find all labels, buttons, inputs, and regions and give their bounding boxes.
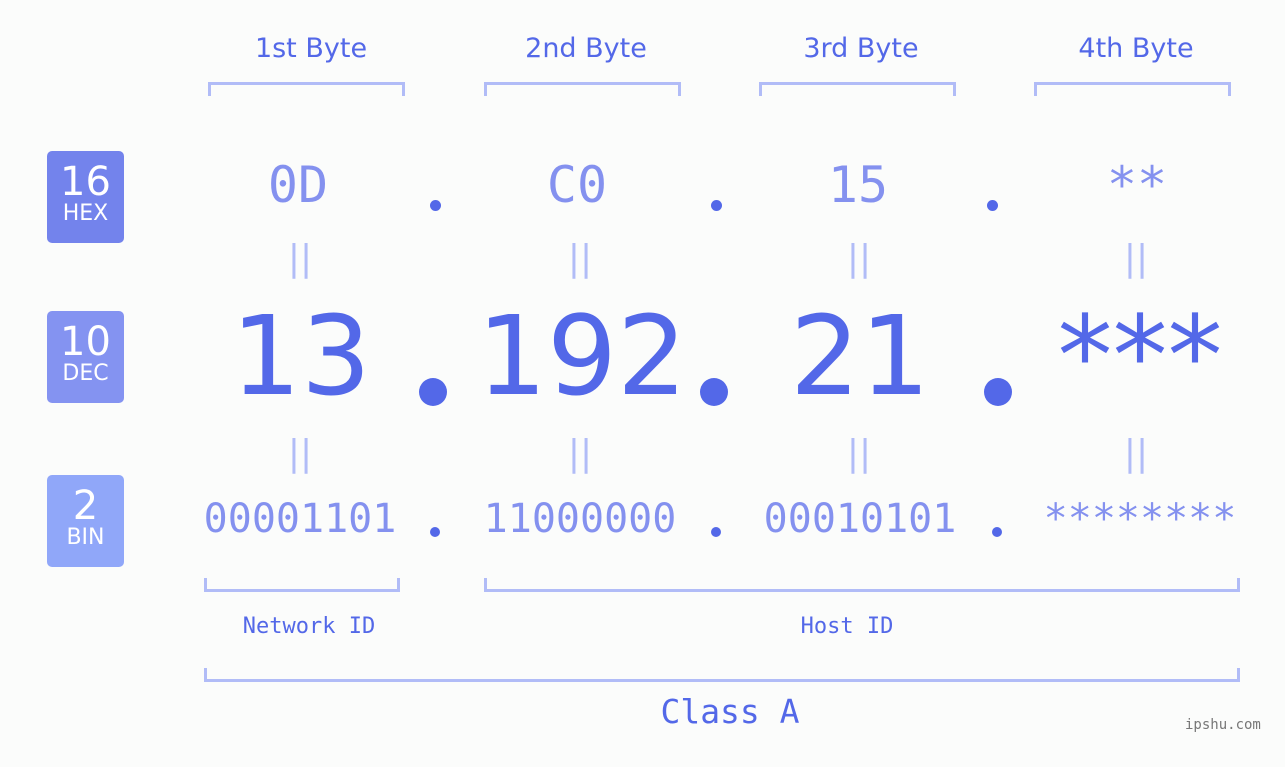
host-id-bracket [484,578,1240,592]
dec-value-2: 192 [477,292,687,420]
hex-separator-dot [711,200,722,211]
byte-header-2: 2nd Byte [525,33,647,64]
hex-value-2: C0 [546,156,608,214]
dec-badge-number: 10 [60,319,111,365]
watermark: ipshu.com [1185,717,1261,733]
bin-badge-label: BIN [66,525,105,550]
network-id-label: Network ID [242,614,376,639]
network-id-bracket [204,578,400,592]
byte-bracket-3 [759,82,956,96]
bin-value-2: 11000000 [483,496,677,542]
bin-separator-dot [430,527,440,537]
dec-value-1: 13 [231,292,371,420]
bin-separator-dot [711,527,721,537]
equals-sign: || [287,433,313,474]
hex-separator-dot [430,200,441,211]
equals-sign: || [567,238,593,279]
equals-sign: || [567,433,593,474]
dec-value-3: 21 [790,292,930,420]
byte-header-1: 1st Byte [254,33,368,64]
hex-badge-label: HEX [62,201,109,226]
bin-badge-number: 2 [72,483,99,529]
class-label: Class A [660,692,800,731]
byte-header-3: 3rd Byte [803,33,919,64]
equals-sign: || [287,238,313,279]
bin-value-4: ******** [1043,496,1237,542]
hex-value-4: ** [1106,156,1168,214]
bin-separator-dot [992,527,1002,537]
hex-separator-dot [987,200,998,211]
dec-badge: 10 DEC [47,311,124,403]
dec-separator-dot [984,378,1012,406]
dec-separator-dot [419,378,447,406]
hex-value-1: 0D [267,156,329,214]
byte-bracket-2 [484,82,681,96]
byte-header-4: 4th Byte [1078,33,1194,64]
byte-bracket-1 [208,82,405,96]
bin-value-1: 00001101 [203,496,397,542]
equals-sign: || [1123,238,1149,279]
byte-bracket-4 [1034,82,1231,96]
class-bracket [204,668,1240,682]
dec-separator-dot [700,378,728,406]
hex-badge-number: 16 [60,159,111,205]
equals-sign: || [846,433,872,474]
bin-badge: 2 BIN [47,475,124,567]
dec-badge-label: DEC [62,361,109,386]
hex-value-3: 15 [827,156,889,214]
bin-value-3: 00010101 [763,496,957,542]
equals-sign: || [846,238,872,279]
host-id-label: Host ID [800,614,894,639]
hex-badge: 16 HEX [47,151,124,243]
equals-sign: || [1123,433,1149,474]
dec-value-4: *** [1057,292,1223,420]
